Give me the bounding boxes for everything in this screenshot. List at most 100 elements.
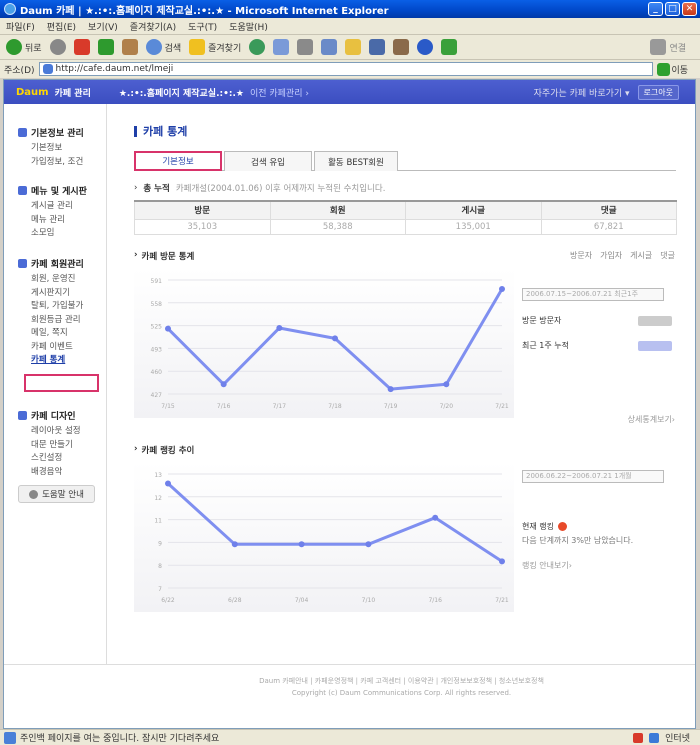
back-button[interactable]: 뒤로 bbox=[6, 39, 42, 55]
menu-file[interactable]: 파일(F) bbox=[6, 20, 35, 33]
visit-chart-panel: › 카페 방문 통계 방문자 가입자 게시글 댓글 591 558 525 493 460… bbox=[134, 250, 679, 428]
rank-x-tick: 7/10 bbox=[362, 597, 376, 604]
stop-icon[interactable] bbox=[73, 39, 90, 55]
sidebar-section-members: 카페 회원관리 회원, 운영진 게시판지기 탈퇴, 가입불가 회원등급 관리 메… bbox=[18, 257, 84, 368]
sidebar-item-posts[interactable]: 게시글 관리 bbox=[18, 200, 87, 214]
visit-data-point bbox=[276, 324, 283, 331]
history-icon[interactable] bbox=[249, 39, 266, 55]
edit-icon[interactable] bbox=[321, 39, 338, 55]
connect-icon bbox=[650, 39, 667, 55]
menu-tools[interactable]: 도구(T) bbox=[188, 20, 217, 33]
messenger-icon[interactable] bbox=[369, 39, 386, 55]
favorites-button[interactable]: 즐겨찾기 bbox=[189, 39, 241, 55]
visit-y-tick: 493 bbox=[151, 346, 163, 353]
visit-date-select[interactable]: 2006.07.15~2006.07.21 최근1주 bbox=[522, 288, 664, 301]
admin-sidebar: 기본정보 관리 기본정보 가입정보, 조건 메뉴 및 게시판 게시글 관리 메뉴… bbox=[4, 104, 107, 664]
stats-header: 게시글 bbox=[405, 200, 542, 220]
sidebar-item-grades[interactable]: 회원등급 관리 bbox=[18, 314, 84, 328]
daum-logo[interactable]: Daum bbox=[16, 87, 49, 98]
sidebar-item-event[interactable]: 카페 이벤트 bbox=[18, 341, 84, 355]
menu-view[interactable]: 보기(V) bbox=[88, 20, 118, 33]
home-icon[interactable] bbox=[121, 39, 138, 55]
zone-label: 인터넷 bbox=[665, 734, 690, 744]
minimize-button[interactable]: _ bbox=[648, 2, 663, 16]
title-bar: Daum 카페 | ★.:•:.홈페이지 제작교실.:•:.★ - Micros… bbox=[0, 0, 700, 18]
sidebar-item-board-keeper[interactable]: 게시판지기 bbox=[18, 287, 84, 301]
selection-highlight bbox=[24, 374, 99, 392]
rank-y-tick: 13 bbox=[154, 472, 162, 479]
stats-table: 방문 회원 게시글 댓글 35,103 58,388 135,001 67,82… bbox=[134, 200, 677, 235]
visit-y-tick: 525 bbox=[151, 324, 163, 331]
rank-line-chart: 13 12 11 9 8 7 6/22 6/28 7/04 7/10 7/16 7/21 bbox=[154, 472, 509, 604]
tab-search-inflow[interactable]: 검색 유입 bbox=[224, 151, 312, 171]
menu-help[interactable]: 도움말(H) bbox=[229, 20, 268, 33]
sidebar-item-withdraw[interactable]: 탈퇴, 가입불가 bbox=[18, 300, 84, 314]
section-arrow-icon: › bbox=[134, 444, 138, 454]
link-joiners[interactable]: 가입자 bbox=[600, 250, 622, 261]
help-button[interactable]: 도움말 안내 bbox=[18, 485, 95, 503]
connect-button[interactable]: 연결 bbox=[650, 39, 686, 55]
sidebar-item-front-page[interactable]: 대문 만들기 bbox=[18, 439, 81, 453]
address-input[interactable]: http://cafe.daum.net/lmeji bbox=[38, 62, 653, 76]
sidebar-item-mail[interactable]: 메일, 쪽지 bbox=[18, 327, 84, 341]
link-comments[interactable]: 댓글 bbox=[660, 250, 675, 261]
page-viewport: Daum 카페 관리 ★.:•:.홈페이지 제작교실.:•:.★ 이전 카페관리… bbox=[3, 79, 696, 729]
visit-data-point bbox=[165, 325, 171, 332]
sidebar-item-basic-info[interactable]: 기본정보 bbox=[18, 142, 84, 156]
maximize-button[interactable]: □ bbox=[665, 2, 680, 16]
window-title: Daum 카페 | ★.:•:.홈페이지 제작교실.:•:.★ - Micros… bbox=[20, 5, 389, 17]
research-icon[interactable] bbox=[393, 39, 410, 55]
msn-icon[interactable] bbox=[441, 39, 458, 55]
rank-chart-area: 13 12 11 9 8 7 6/22 6/28 7/04 7/10 7/16 7/21 bbox=[134, 462, 514, 612]
visit-data-point bbox=[332, 335, 338, 342]
refresh-icon[interactable] bbox=[97, 39, 114, 55]
footer-links[interactable]: Daum 카페안내 | 카페운영정책 | 카페 고객센터 | 이용약관 | 개인… bbox=[108, 675, 695, 687]
discuss-icon[interactable] bbox=[345, 39, 362, 55]
rank-data-point bbox=[432, 514, 439, 521]
page-title: 카페 통계 bbox=[134, 126, 187, 137]
sidebar-item-bgm[interactable]: 배경음악 bbox=[18, 466, 81, 480]
section-arrow-icon: › bbox=[134, 250, 138, 260]
prev-admin-link[interactable]: 이전 카페관리 › bbox=[250, 86, 309, 99]
visit-data-point bbox=[387, 386, 394, 393]
print-icon[interactable] bbox=[297, 39, 314, 55]
close-button[interactable]: ✕ bbox=[682, 2, 697, 16]
menu-edit[interactable]: 편집(E) bbox=[47, 20, 76, 33]
menu-bar: 파일(F) 편집(E) 보기(V) 즐겨찾기(A) 도구(T) 도움말(H) bbox=[0, 18, 700, 35]
address-bar: 주소(D) http://cafe.daum.net/lmeji 이동 bbox=[0, 60, 700, 78]
sidebar-item-statistics[interactable]: 카페 통계 bbox=[18, 354, 84, 368]
sidebar-item-join-info[interactable]: 가입정보, 조건 bbox=[18, 156, 84, 170]
sidebar-item-members[interactable]: 회원, 운영진 bbox=[18, 273, 84, 287]
visit-y-tick: 427 bbox=[151, 392, 163, 399]
tab-best-members[interactable]: 활동 BEST회원 bbox=[314, 151, 398, 171]
rank-y-tick: 7 bbox=[158, 586, 162, 593]
rank-date-select[interactable]: 2006.06.22~2006.07.21 1개월 bbox=[522, 470, 664, 483]
sidebar-item-menu-manage[interactable]: 메뉴 관리 bbox=[18, 214, 87, 228]
visit-x-tick: 7/18 bbox=[328, 403, 342, 410]
forward-arrow-icon[interactable] bbox=[49, 39, 66, 55]
tab-basic-info[interactable]: 기본정보 bbox=[134, 151, 222, 171]
link-posts[interactable]: 게시글 bbox=[630, 250, 652, 261]
summary-label: 총 누적 bbox=[143, 184, 170, 194]
rank-icon bbox=[557, 522, 567, 531]
favorite-cafes-dropdown[interactable]: 자주가는 카페 바로가기 ▾ bbox=[534, 86, 630, 99]
rank-guide-link[interactable]: 랭킹 안내보기› bbox=[522, 560, 672, 571]
sidebar-item-layout[interactable]: 레이아웃 설정 bbox=[18, 425, 81, 439]
mail-icon[interactable] bbox=[273, 39, 290, 55]
stats-value: 58,388 bbox=[269, 218, 406, 235]
link-visitors[interactable]: 방문자 bbox=[570, 250, 592, 261]
go-button[interactable]: 이동 bbox=[656, 62, 688, 76]
rank-x-tick: 7/04 bbox=[295, 597, 309, 604]
menu-favorites[interactable]: 즐겨찾기(A) bbox=[130, 20, 176, 33]
sidebar-item-small-group[interactable]: 소모임 bbox=[18, 227, 87, 241]
ie-tool-icon[interactable] bbox=[417, 39, 434, 55]
detail-stats-link[interactable]: 상세통계보기› bbox=[628, 414, 675, 425]
stats-header: 방문 bbox=[134, 200, 271, 220]
visitors-label: 방문 방문자 bbox=[522, 316, 562, 325]
logout-button[interactable]: 로그아웃 bbox=[637, 84, 679, 100]
sidebar-item-skin[interactable]: 스킨설정 bbox=[18, 452, 81, 466]
visit-x-tick: 7/15 bbox=[161, 403, 175, 410]
search-button[interactable]: 검색 bbox=[145, 39, 181, 55]
cafe-name[interactable]: ★.:•:.홈페이지 제작교실.:•:.★ bbox=[119, 86, 244, 99]
stats-value: 35,103 bbox=[134, 218, 271, 235]
